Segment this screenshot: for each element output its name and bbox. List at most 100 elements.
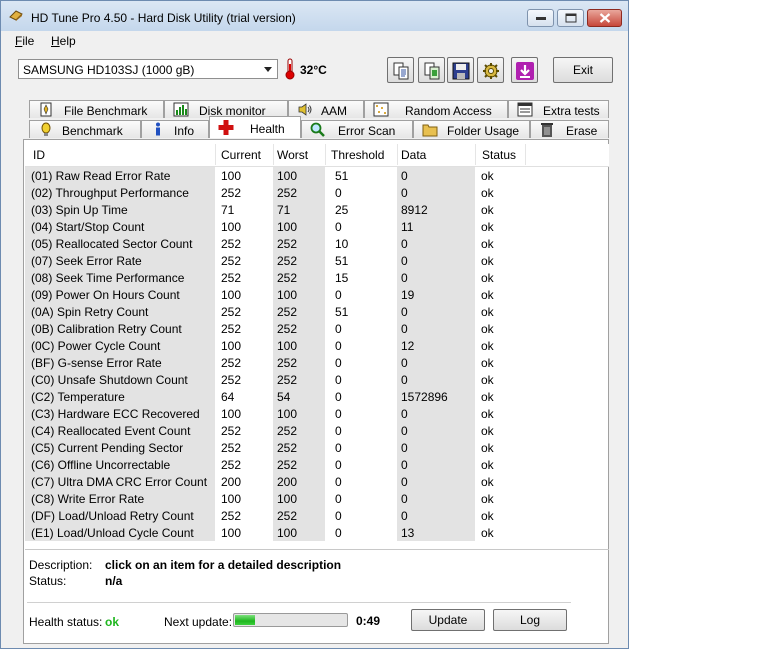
cell-status: ok <box>481 203 494 217</box>
save-button[interactable] <box>447 57 474 83</box>
tab-random-access[interactable]: Random Access <box>364 100 508 118</box>
info-icon <box>156 122 160 136</box>
tab-extra-tests[interactable]: Extra tests <box>508 100 609 118</box>
cell-worst: 252 <box>277 373 298 387</box>
cell-worst: 200 <box>277 475 298 489</box>
next-update-label: Next update: <box>164 615 233 629</box>
table-row[interactable]: (02) Throughput Performance 252 252 0 0 ok <box>25 184 609 201</box>
table-row[interactable]: (03) Spin Up Time 71 71 25 8912 ok <box>25 201 609 218</box>
table-row[interactable]: (05) Reallocated Sector Count 252 252 10 0 ok <box>25 235 609 252</box>
cell-data: 8912 <box>401 203 428 217</box>
cell-id: (03) Spin Up Time <box>31 203 128 217</box>
app-disk-icon <box>9 10 23 21</box>
menu-file[interactable]: File <box>15 34 34 48</box>
column-header-status[interactable]: Status <box>482 148 516 162</box>
table-row[interactable]: (09) Power On Hours Count 100 100 0 19 ok <box>25 286 609 303</box>
table-header: ID Current Worst Threshold Data Status <box>25 144 609 167</box>
drive-select[interactable]: SAMSUNG HD103SJ (1000 gB) <box>18 59 278 79</box>
copy-text-button[interactable] <box>387 57 414 83</box>
cell-id: (01) Raw Read Error Rate <box>31 169 171 183</box>
cell-id: (C3) Hardware ECC Recovered <box>31 407 200 421</box>
tab-error-scan[interactable]: Error Scan <box>301 120 413 138</box>
chevron-down-icon <box>264 67 272 72</box>
options-button[interactable] <box>477 57 504 83</box>
cell-worst: 54 <box>277 390 291 404</box>
update-button[interactable]: Update <box>411 609 485 631</box>
cell-current: 100 <box>221 220 242 234</box>
cell-id: (02) Throughput Performance <box>31 186 189 200</box>
tab-benchmark[interactable]: Benchmark <box>29 120 141 138</box>
table-row[interactable]: (E1) Load/Unload Cycle Count 100 100 0 13 ok <box>25 524 609 541</box>
cell-threshold: 0 <box>335 407 342 421</box>
maximize-icon <box>565 13 576 23</box>
options-icon <box>483 63 499 79</box>
cell-data: 0 <box>401 271 408 285</box>
copy-screenshot-button[interactable] <box>418 57 445 83</box>
table-row[interactable]: (C4) Reallocated Event Count 252 252 0 0 ok <box>25 422 609 439</box>
table-row[interactable]: (01) Raw Read Error Rate 100 100 51 0 ok <box>25 167 609 184</box>
table-row[interactable]: (08) Seek Time Performance 252 252 15 0 ok <box>25 269 609 286</box>
cell-threshold: 0 <box>335 475 342 489</box>
tab-info[interactable]: Info <box>141 120 209 138</box>
table-row[interactable]: (DF) Load/Unload Retry Count 252 252 0 0 ok <box>25 507 609 524</box>
table-divider <box>25 549 609 550</box>
app-window: HD Tune Pro 4.50 - Hard Disk Utility (tr… <box>0 0 629 649</box>
table-row[interactable]: (C8) Write Error Rate 100 100 0 0 ok <box>25 490 609 507</box>
cell-current: 100 <box>221 407 242 421</box>
table-row[interactable]: (04) Start/Stop Count 100 100 0 11 ok <box>25 218 609 235</box>
tab-erase[interactable]: Erase <box>530 120 609 138</box>
cell-id: (C2) Temperature <box>31 390 125 404</box>
table-row[interactable]: (0B) Calibration Retry Count 252 252 0 0 ok <box>25 320 609 337</box>
tab-label: Folder Usage <box>447 124 520 138</box>
cell-threshold: 0 <box>335 424 342 438</box>
title-bar[interactable]: HD Tune Pro 4.50 - Hard Disk Utility (tr… <box>1 1 628 32</box>
column-header-threshold[interactable]: Threshold <box>331 148 384 162</box>
table-row[interactable]: (0C) Power Cycle Count 100 100 0 12 ok <box>25 337 609 354</box>
cell-id: (C7) Ultra DMA CRC Error Count <box>31 475 208 489</box>
tab-folder-usage[interactable]: Folder Usage <box>413 120 530 138</box>
cell-data: 19 <box>401 288 415 302</box>
exit-button[interactable]: Exit <box>553 57 613 83</box>
column-header-id[interactable]: ID <box>33 148 45 162</box>
status-label: Status: <box>29 574 67 588</box>
cell-data: 0 <box>401 373 408 387</box>
table-row[interactable]: (C7) Ultra DMA CRC Error Count 200 200 0 0 ok <box>25 473 609 490</box>
table-row[interactable]: (C5) Current Pending Sector 252 252 0 0 ok <box>25 439 609 456</box>
cell-current: 252 <box>221 373 242 387</box>
cell-threshold: 0 <box>335 492 342 506</box>
cell-threshold: 0 <box>335 458 342 472</box>
download-button[interactable] <box>511 57 538 83</box>
column-header-data[interactable]: Data <box>401 148 426 162</box>
cell-status: ok <box>481 271 494 285</box>
table-row[interactable]: (BF) G-sense Error Rate 252 252 0 0 ok <box>25 354 609 371</box>
column-header-current[interactable]: Current <box>221 148 261 162</box>
tab-file-benchmark[interactable]: File Benchmark <box>29 100 164 118</box>
cell-threshold: 15 <box>335 271 349 285</box>
table-row[interactable]: (07) Seek Error Rate 252 252 51 0 ok <box>25 252 609 269</box>
cell-data: 0 <box>401 322 408 336</box>
tab-label: Benchmark <box>62 124 123 138</box>
maximize-button[interactable] <box>557 9 584 27</box>
cell-worst: 100 <box>277 220 298 234</box>
cell-data: 0 <box>401 458 408 472</box>
cell-worst: 252 <box>277 509 298 523</box>
table-row[interactable]: (C2) Temperature 64 54 0 1572896 ok <box>25 388 609 405</box>
close-button[interactable] <box>587 9 622 27</box>
table-row[interactable]: (C0) Unsafe Shutdown Count 252 252 0 0 ok <box>25 371 609 388</box>
thermometer-icon <box>285 58 295 80</box>
cell-current: 100 <box>221 526 242 540</box>
table-row[interactable]: (0A) Spin Retry Count 252 252 51 0 ok <box>25 303 609 320</box>
log-button[interactable]: Log <box>493 609 567 631</box>
cell-current: 252 <box>221 254 242 268</box>
column-header-worst[interactable]: Worst <box>277 148 308 162</box>
cell-data: 13 <box>401 526 415 540</box>
menu-help[interactable]: Help <box>51 34 76 48</box>
minimize-button[interactable] <box>527 9 554 27</box>
table-row[interactable]: (C3) Hardware ECC Recovered 100 100 0 0 ok <box>25 405 609 422</box>
tab-health[interactable]: Health <box>209 116 301 138</box>
cell-id: (C5) Current Pending Sector <box>31 441 184 455</box>
close-icon <box>599 13 610 23</box>
table-row[interactable]: (C6) Offline Uncorrectable 252 252 0 0 ok <box>25 456 609 473</box>
cell-worst: 252 <box>277 322 298 336</box>
cell-status: ok <box>481 220 494 234</box>
